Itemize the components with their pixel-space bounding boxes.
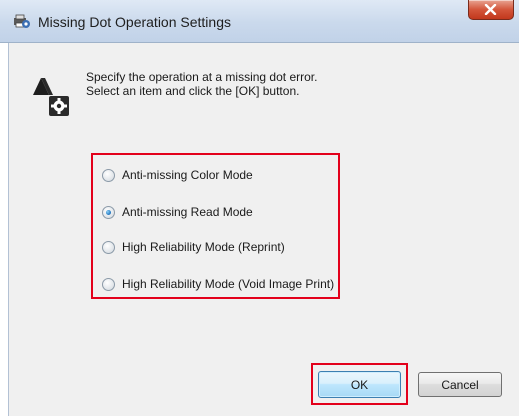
window-title: Missing Dot Operation Settings [38, 14, 231, 30]
settings-info-icon [27, 75, 75, 121]
radio-high-reliability-void-image-print[interactable]: High Reliability Mode (Void Image Print) [102, 275, 334, 293]
radio-anti-missing-read-mode[interactable]: Anti-missing Read Mode [102, 203, 253, 221]
close-icon [484, 4, 497, 15]
radio-high-reliability-reprint[interactable]: High Reliability Mode (Reprint) [102, 238, 285, 256]
radio-button-selected[interactable] [102, 205, 115, 219]
ok-button[interactable]: OK [318, 371, 401, 398]
title-bar[interactable]: Missing Dot Operation Settings [0, 0, 519, 43]
option-label: High Reliability Mode (Reprint) [122, 240, 285, 254]
radio-button[interactable] [102, 240, 115, 254]
close-button[interactable] [468, 0, 514, 20]
instruction-line-1: Specify the operation at a missing dot e… [86, 70, 318, 84]
dialog-window: Missing Dot Operation Settings Specify t… [0, 0, 519, 416]
instruction-text: Specify the operation at a missing dot e… [86, 70, 317, 98]
printer-settings-icon [13, 13, 31, 30]
option-label: Anti-missing Read Mode [122, 205, 253, 219]
instruction-line-2: Select an item and click the [OK] button… [86, 84, 300, 98]
radio-button[interactable] [102, 168, 115, 182]
cancel-button[interactable]: Cancel [418, 372, 502, 397]
radio-button[interactable] [102, 277, 115, 291]
option-label: Anti-missing Color Mode [122, 168, 253, 182]
option-label: High Reliability Mode (Void Image Print) [122, 277, 335, 291]
radio-anti-missing-color-mode[interactable]: Anti-missing Color Mode [102, 166, 253, 184]
